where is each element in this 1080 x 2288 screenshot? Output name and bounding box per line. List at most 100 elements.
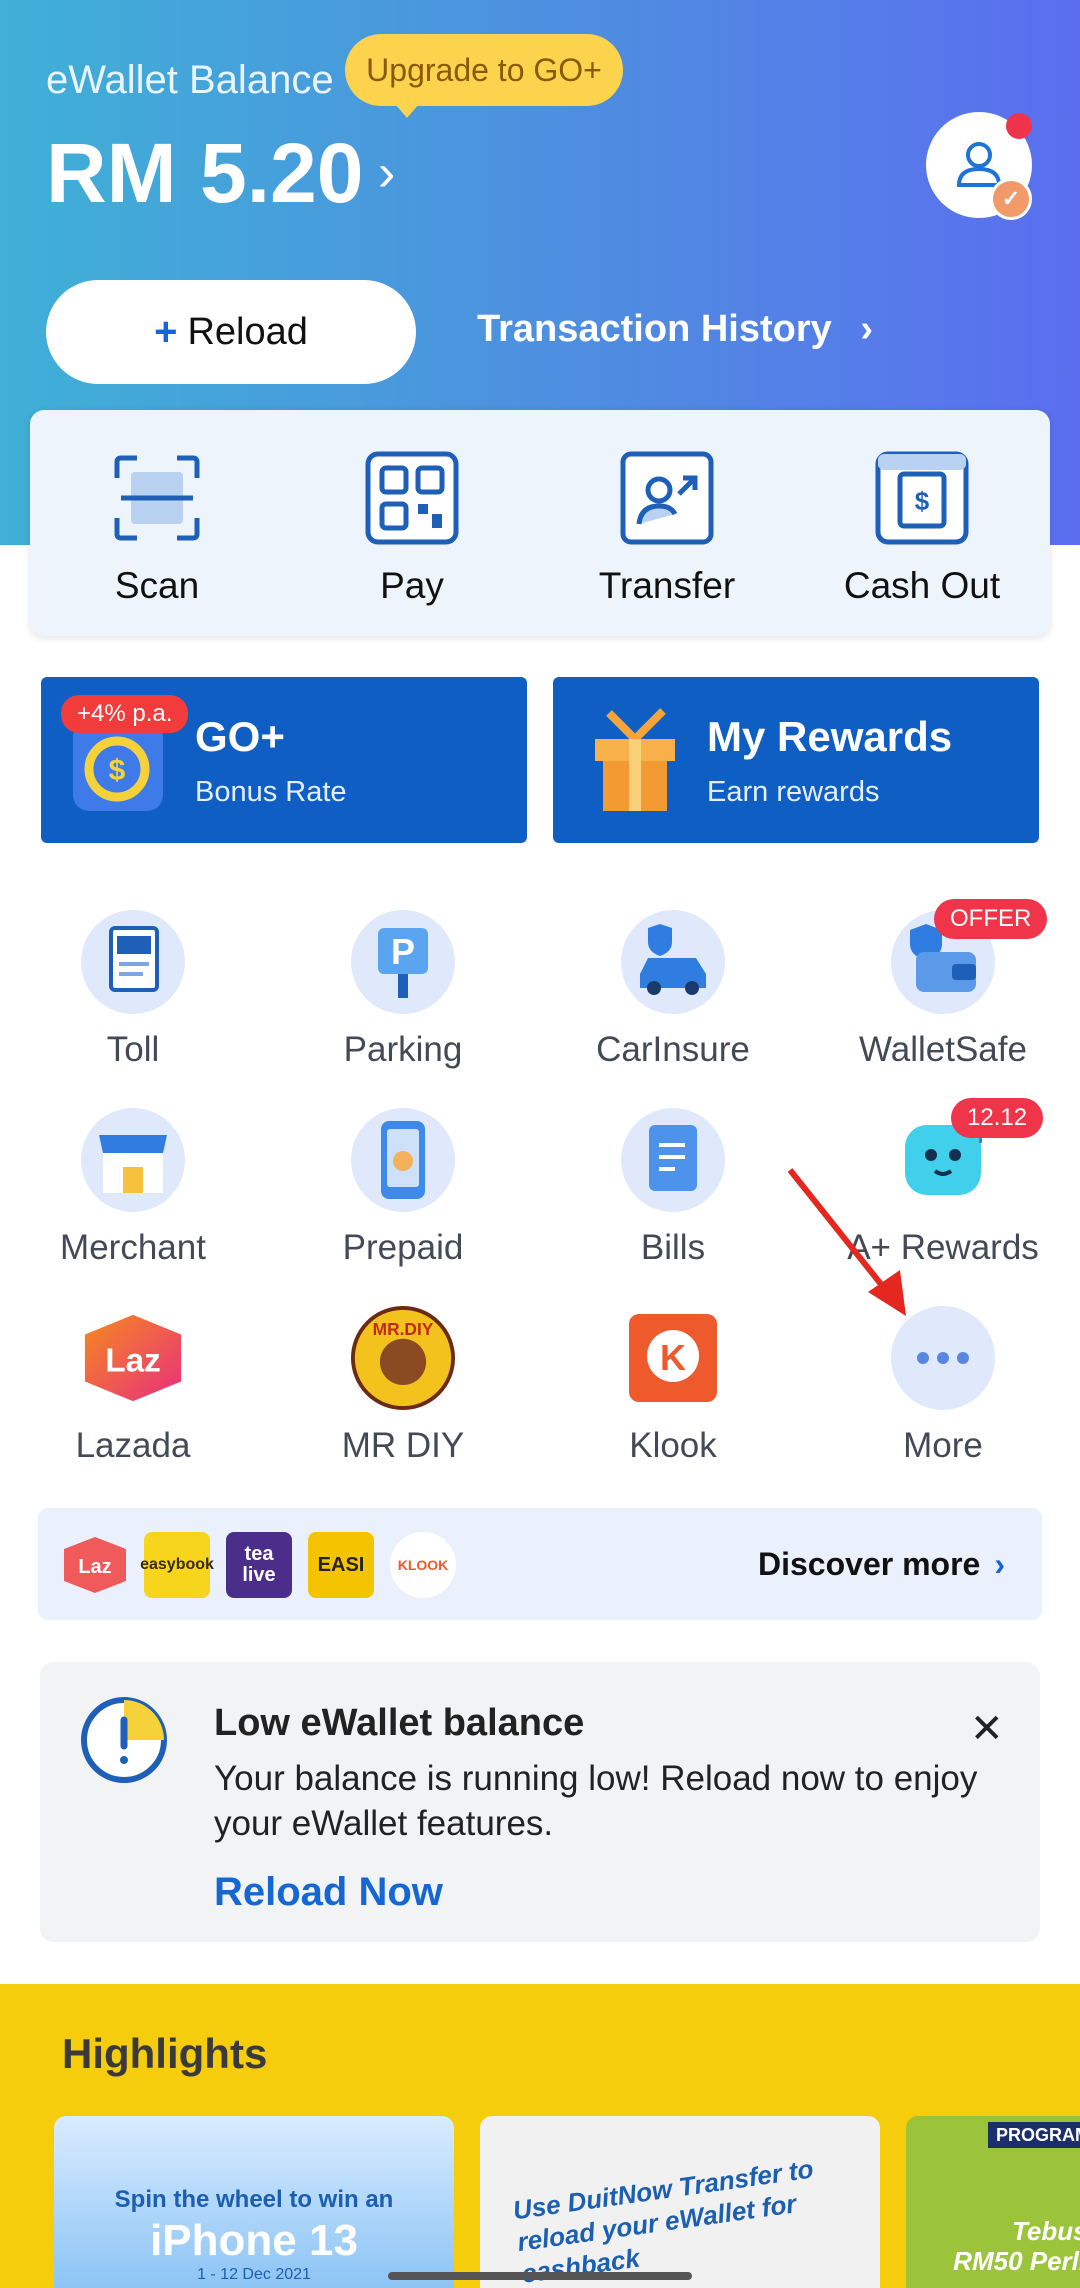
service-merchant[interactable]: Merchant [13, 1108, 253, 1268]
highlight-big-text: iPhone 13 [150, 2216, 358, 2265]
transfer-button[interactable]: Transfer [540, 450, 794, 607]
service-prepaid[interactable]: Prepaid [283, 1108, 523, 1268]
action-label: Pay [380, 565, 444, 606]
highlights-title: Highlights [62, 2030, 268, 2077]
action-label: Cash Out [843, 565, 1001, 606]
goplus-bonus-card[interactable]: $ +4% p.a. GO+ Bonus Rate [41, 677, 527, 843]
highlight-headline: Use DuitNow Transfer to reload your eWal… [511, 2153, 816, 2288]
service-label: More [903, 1426, 983, 1465]
svg-text:$: $ [109, 754, 126, 787]
transfer-icon [620, 451, 714, 545]
highlight-card-program[interactable]: PROGRAM Tebusk RM50 Perlin [906, 2116, 1080, 2288]
svg-text:K: K [660, 1337, 686, 1378]
warning-clock-icon [81, 1697, 167, 1783]
service-label: Klook [629, 1426, 717, 1465]
gift-box-icon [595, 708, 675, 811]
service-toll[interactable]: Toll [13, 910, 253, 1070]
promo-badge: 12.12 [951, 1098, 1044, 1138]
service-more[interactable]: More [823, 1306, 1063, 1466]
bonus-rate-tag: +4% p.a. [61, 695, 189, 733]
qr-pay-icon [365, 451, 459, 545]
car-insure-icon [621, 910, 725, 1014]
scan-button[interactable]: Scan [30, 450, 284, 607]
quick-actions-card: Scan Pay Transfer $ Cash Out [30, 410, 1050, 636]
promo-subtitle: Bonus Rate [195, 776, 347, 808]
chevron-right-icon: › [994, 1546, 1005, 1582]
plus-icon: + [154, 309, 178, 354]
alert-title: Low eWallet balance [214, 1702, 585, 1744]
highlight-headline: Tebusk RM50 Perlin [953, 2216, 1080, 2276]
bills-icon [621, 1108, 725, 1212]
promo-subtitle: Earn rewards [707, 776, 880, 808]
chevron-right-icon[interactable]: › [378, 143, 395, 203]
service-label: MR DIY [341, 1426, 465, 1465]
service-bills[interactable]: Bills [553, 1108, 793, 1268]
svg-text:P: P [391, 931, 415, 972]
service-mr-diy[interactable]: MR.DIY MR DIY [283, 1306, 523, 1466]
promo-title: My Rewards [707, 713, 953, 760]
close-icon[interactable]: ✕ [970, 1706, 1004, 1752]
verified-check-icon: ✓ [990, 178, 1032, 220]
klook-icon: K [621, 1306, 725, 1410]
service-parking[interactable]: P Parking [283, 910, 523, 1070]
service-label: Parking [343, 1030, 463, 1069]
service-klook[interactable]: K Klook [553, 1306, 793, 1466]
lazada-logo: Laz [62, 1532, 128, 1598]
svg-text:$: $ [915, 486, 930, 516]
cash-out-icon: $ [875, 451, 969, 545]
my-rewards-card[interactable]: My Rewards Earn rewards [553, 677, 1039, 843]
more-icon [891, 1306, 995, 1410]
easybook-logo: easybook [140, 1532, 214, 1598]
discover-more-label: Discover more [758, 1546, 981, 1582]
annotation-arrow-icon [787, 1168, 906, 1316]
toll-icon [81, 910, 185, 1014]
service-label: Prepaid [342, 1228, 464, 1267]
discover-more-link[interactable]: Discover more › [758, 1546, 1005, 1583]
highlight-card-iphone[interactable]: Spin the wheel to win an iPhone 13 1 - 1… [54, 2116, 454, 2288]
svg-text:Laz: Laz [78, 1556, 111, 1578]
pay-button[interactable]: Pay [285, 450, 539, 607]
balance-label: eWallet Balance [46, 58, 334, 102]
reload-now-link[interactable]: Reload Now [214, 1870, 443, 1915]
service-label: WalletSafe [859, 1030, 1027, 1069]
merchant-icon [81, 1108, 185, 1212]
action-label: Scan [114, 565, 200, 606]
offer-badge: OFFER [934, 899, 1048, 939]
highlight-tag: PROGRAM [988, 2122, 1080, 2148]
chevron-right-icon: › [860, 308, 873, 350]
lazada-icon: Laz [81, 1306, 185, 1410]
mr-diy-icon: MR.DIY [351, 1306, 455, 1410]
service-carinsure[interactable]: CarInsure [553, 910, 793, 1070]
highlight-headline: Spin the wheel to win an [114, 2186, 394, 2213]
notification-dot [1006, 113, 1032, 139]
parking-icon: P [351, 910, 455, 1014]
service-label: CarInsure [596, 1030, 750, 1069]
prepaid-icon [351, 1108, 455, 1212]
service-lazada[interactable]: Laz Lazada [13, 1306, 253, 1466]
klook-logo: KLOOK [390, 1532, 456, 1598]
low-balance-alert: Low eWallet balance Your balance is runn… [40, 1662, 1040, 1942]
upgrade-tooltip[interactable]: Upgrade to GO+ [345, 34, 623, 118]
balance-amount[interactable]: RM 5.20 [46, 125, 363, 222]
service-label: Lazada [75, 1426, 191, 1465]
easi-logo: EASI [308, 1532, 374, 1598]
tealive-logo: tea live [226, 1532, 292, 1598]
partner-strip[interactable]: Laz easybook tea live EASI KLOOK Discove… [38, 1508, 1042, 1620]
transaction-history-label: Transaction History [477, 308, 832, 350]
action-label: Transfer [598, 565, 736, 606]
home-indicator[interactable] [388, 2272, 692, 2280]
service-label: Toll [106, 1030, 160, 1069]
promo-title: GO+ [195, 713, 285, 760]
highlight-card-duitnow[interactable]: Use DuitNow Transfer to reload your eWal… [480, 2116, 880, 2288]
highlights-section: Highlights Spin the wheel to win an iPho… [0, 1984, 1080, 2288]
scan-icon [114, 455, 200, 541]
svg-text:MR.DIY: MR.DIY [373, 1319, 434, 1339]
service-label: Bills [640, 1228, 706, 1267]
reload-label: Reload [187, 310, 308, 353]
cash-out-button[interactable]: $ Cash Out [795, 450, 1049, 607]
reload-button[interactable]: + Reload [46, 280, 416, 384]
service-label: Merchant [60, 1228, 206, 1267]
alert-body: Your balance is running low! Reload now … [214, 1759, 978, 1843]
svg-text:Laz: Laz [105, 1343, 161, 1380]
transaction-history-link[interactable]: Transaction History › [477, 308, 873, 351]
